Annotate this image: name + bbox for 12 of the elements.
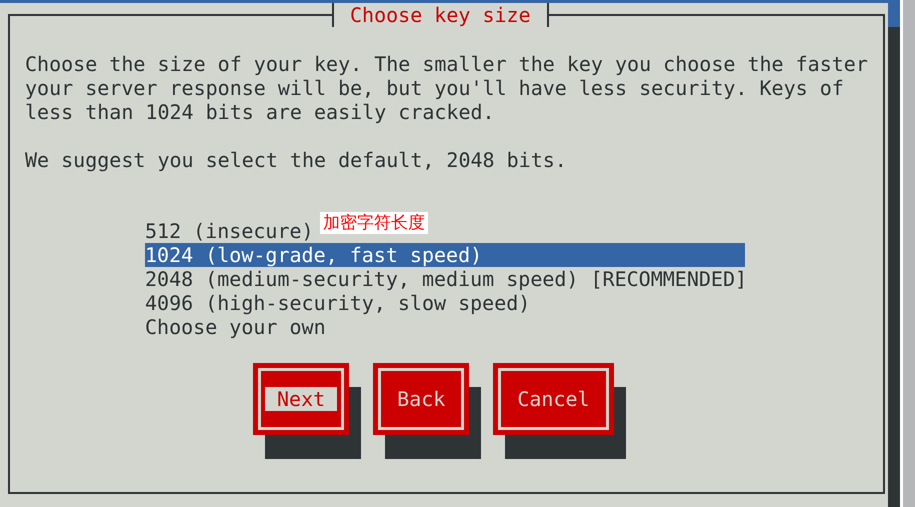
- key-size-option[interactable]: Choose your own: [145, 315, 326, 339]
- key-size-option[interactable]: 1024 (low-grade, fast speed): [145, 243, 745, 267]
- key-size-option[interactable]: 4096 (high-security, slow speed): [145, 291, 530, 315]
- key-size-option[interactable]: 512 (insecure): [145, 219, 314, 243]
- suggestion-text: We suggest you select the default, 2048 bits.: [25, 148, 568, 172]
- dialog-button[interactable]: Next: [253, 363, 350, 435]
- dialog-button[interactable]: Back: [373, 363, 470, 435]
- key-size-option[interactable]: 2048 (medium-security, medium speed) [RECOMMENDED]: [145, 267, 748, 291]
- dialog-button[interactable]: Cancel: [493, 363, 614, 435]
- annotation-label: 加密字符长度: [320, 212, 428, 234]
- dialog-title: Choose key size: [332, 3, 549, 27]
- description-text: Choose the size of your key. The smaller the key you choose the faster your server response will be, but you'll have less security. Keys of less than 1024 bits are easily cracked.: [25, 52, 868, 124]
